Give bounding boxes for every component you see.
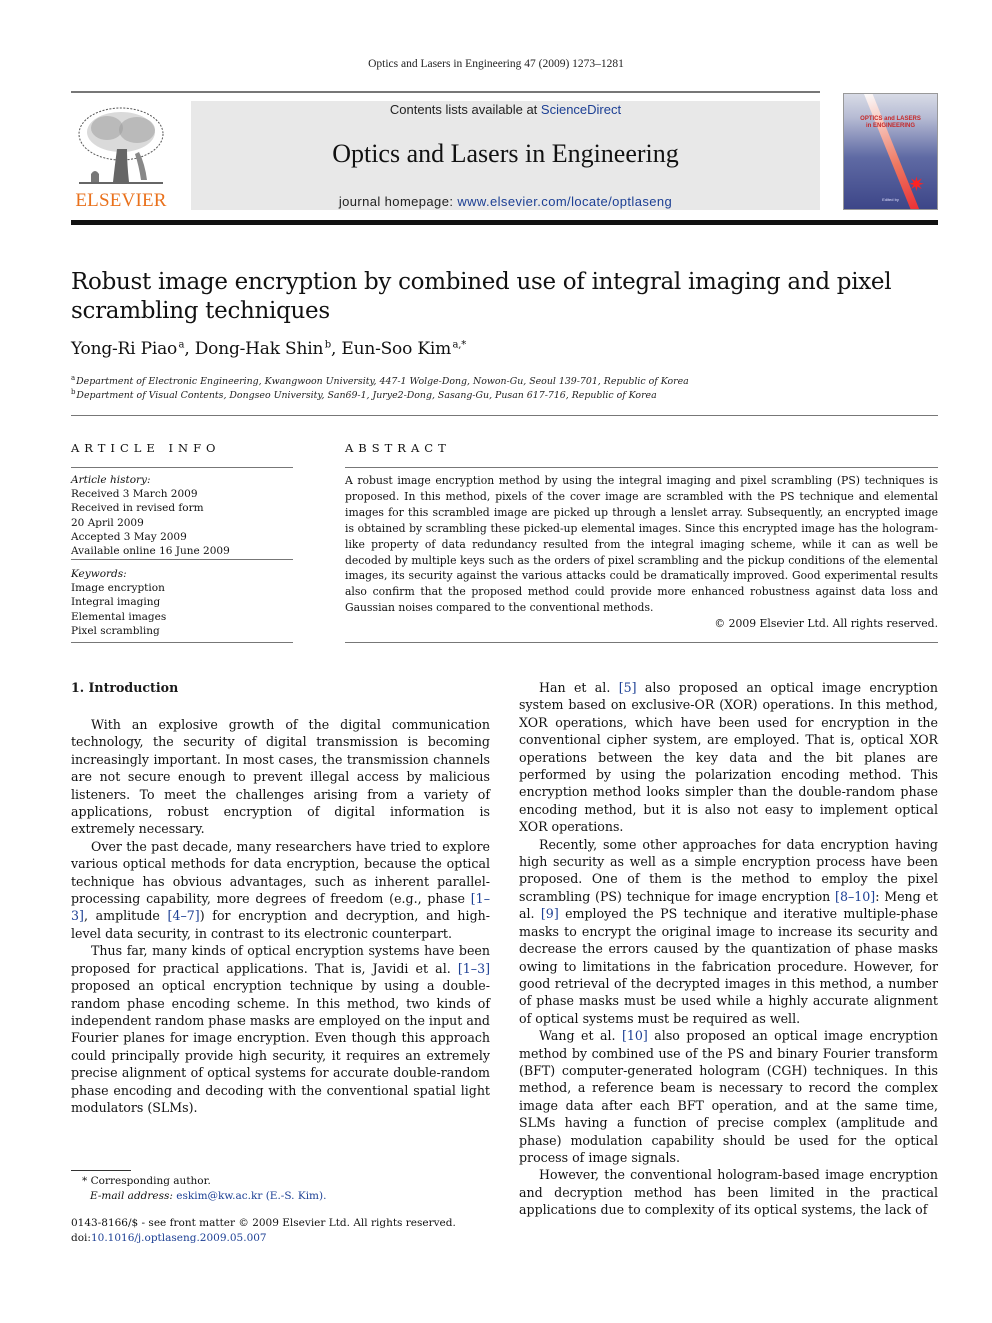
divider: [345, 642, 938, 643]
history-item: Accepted 3 May 2009: [71, 530, 187, 543]
paragraph-text: also proposed an optical image encryptio…: [519, 680, 938, 835]
affiliation-mark: b: [71, 388, 76, 396]
abstract-text: A robust image encryption method by usin…: [345, 474, 938, 615]
history-item: Received in revised form: [71, 502, 204, 515]
article-title: Robust image encryption by combined use …: [71, 269, 892, 324]
paragraph-text: With an explosive growth of the digital …: [71, 717, 490, 837]
author-name[interactable]: Yong-Ri Piao: [71, 339, 177, 359]
cover-editor-line: Edited by: [882, 197, 899, 202]
issn-doi-block: 0143-8166/$ - see front matter © 2009 El…: [71, 1216, 456, 1245]
paragraph-text: , amplitude: [83, 908, 168, 924]
citation-link[interactable]: [5]: [619, 680, 637, 695]
author-name[interactable]: Eun-Soo Kim: [341, 339, 451, 359]
author-name[interactable]: Dong-Hak Shin: [195, 339, 324, 359]
doi-link[interactable]: 10.1016/j.optlaseng.2009.05.007: [91, 1232, 267, 1244]
abstract: A robust image encryption method by usin…: [345, 473, 938, 632]
journal-cover-image[interactable]: OPTICS and LASERS in ENGINEERING ✷ Edite…: [843, 93, 938, 210]
citation-link[interactable]: [10]: [622, 1028, 648, 1043]
affiliation: a Department of Electronic Engineering, …: [71, 374, 689, 387]
keyword-item: Elemental images: [71, 610, 167, 623]
body-paragraph: Over the past decade, many researchers h…: [71, 838, 490, 942]
paragraph-text: Wang et al.: [539, 1028, 622, 1044]
body-paragraph: Wang et al. [10] also proposed an optica…: [519, 1027, 938, 1166]
keyword-item: Pixel scrambling: [71, 624, 160, 637]
divider: [345, 467, 938, 468]
journal-banner: Contents lists available at ScienceDirec…: [191, 101, 820, 210]
body-paragraph: Thus far, many kinds of optical encrypti…: [71, 942, 490, 1116]
sciencedirect-link[interactable]: ScienceDirect: [541, 102, 621, 117]
affiliation-mark: a: [71, 374, 76, 382]
history-label: Article history:: [71, 474, 151, 486]
email-label: E-mail address:: [90, 1189, 177, 1202]
elsevier-tree-icon: [78, 107, 164, 184]
contents-prefix: Contents lists available at: [389, 102, 541, 117]
elsevier-wordmark: ELSEVIER: [75, 190, 167, 211]
abstract-copyright: © 2009 Elsevier Ltd. All rights reserved…: [714, 617, 938, 631]
paragraph-text: However, the conventional hologram-based…: [519, 1167, 938, 1218]
journal-name: Optics and Lasers in Engineering: [332, 139, 679, 168]
citation-link[interactable]: [4–7]: [168, 908, 200, 923]
email-suffix: (E.-S. Kim).: [262, 1189, 327, 1202]
body-paragraph: Recently, some other approaches for data…: [519, 836, 938, 1027]
keywords-label: Keywords:: [71, 568, 127, 580]
issn-line: 0143-8166/$ - see front matter © 2009 El…: [71, 1217, 456, 1229]
affiliation-text: Department of Visual Contents, Dongseo U…: [76, 390, 657, 402]
running-head: Optics and Lasers in Engineering 47 (200…: [368, 58, 624, 70]
homepage-line: journal homepage: www.elsevier.com/locat…: [191, 194, 820, 209]
corresponding-author-note: * Corresponding author. E-mail address: …: [82, 1174, 326, 1203]
author-affiliation-mark: b: [324, 339, 331, 351]
abstract-heading: ABSTRACT: [345, 441, 451, 455]
history-item: 20 April 2009: [71, 516, 144, 529]
header-rule: [71, 91, 820, 93]
author-affiliation-mark: a: [178, 339, 185, 351]
paragraph-text: Thus far, many kinds of optical encrypti…: [71, 943, 490, 976]
history-item: Available online 16 June 2009: [71, 545, 230, 558]
section-heading: 1. Introduction: [71, 680, 179, 695]
author-affiliation-mark: a,*: [452, 339, 467, 351]
body-paragraph: However, the conventional hologram-based…: [519, 1166, 938, 1218]
footnote-rule: [71, 1170, 131, 1171]
laser-star-icon: ✷: [908, 172, 925, 196]
journal-homepage-link[interactable]: www.elsevier.com/locate/optlaseng: [457, 194, 672, 209]
cover-title: OPTICS and LASERS in ENGINEERING: [844, 116, 937, 130]
cover-title-line2: in ENGINEERING: [865, 123, 915, 129]
divider: [71, 559, 293, 560]
affiliation: b Department of Visual Contents, Dongseo…: [71, 388, 657, 401]
body-paragraph: Han et al. [5] also proposed an optical …: [519, 679, 938, 836]
citation-link[interactable]: [9]: [541, 906, 559, 921]
corresponding-author-text: * Corresponding author.: [82, 1175, 211, 1187]
contents-line: Contents lists available at ScienceDirec…: [191, 102, 820, 117]
header-thick-rule: [71, 220, 938, 225]
paragraph-text: employed the PS technique and iterative …: [519, 906, 938, 1026]
history-item: Received 3 March 2009: [71, 488, 198, 501]
paragraph-text: also proposed an optical image encryptio…: [519, 1028, 938, 1165]
cover-title-line1: OPTICS and LASERS: [860, 116, 921, 122]
homepage-prefix: journal homepage:: [338, 194, 458, 209]
paragraph-text: proposed an optical encryption technique…: [71, 978, 490, 1115]
keyword-item: Image encryption: [71, 582, 165, 595]
elsevier-logo[interactable]: ELSEVIER: [71, 100, 171, 212]
divider: [71, 642, 293, 643]
citation-link[interactable]: [8–10]: [835, 889, 875, 904]
keyword-item: Integral imaging: [71, 596, 161, 609]
body-paragraph: With an explosive growth of the digital …: [71, 716, 490, 838]
citation-link[interactable]: [1–3]: [458, 961, 490, 976]
email-link[interactable]: eskim@kw.ac.kr: [176, 1190, 262, 1202]
body-right-column: Han et al. [5] also proposed an optical …: [519, 679, 938, 1219]
author-list: Yong-Ri Piao a, Dong-Hak Shin b, Eun-Soo…: [71, 339, 467, 359]
body-left-column: With an explosive growth of the digital …: [71, 716, 490, 1116]
keywords: Keywords: Image encryption Integral imag…: [71, 567, 293, 638]
article-info-heading: ARTICLE INFO: [71, 441, 221, 455]
affiliation-text: Department of Electronic Engineering, Kw…: [76, 376, 689, 388]
article-history: Article history: Received 3 March 2009 R…: [71, 473, 293, 558]
paragraph-text: Over the past decade, many researchers h…: [71, 838, 490, 907]
divider: [71, 415, 938, 416]
paragraph-text: Han et al.: [539, 680, 619, 695]
divider: [71, 467, 293, 468]
doi-label: doi:: [71, 1231, 91, 1244]
